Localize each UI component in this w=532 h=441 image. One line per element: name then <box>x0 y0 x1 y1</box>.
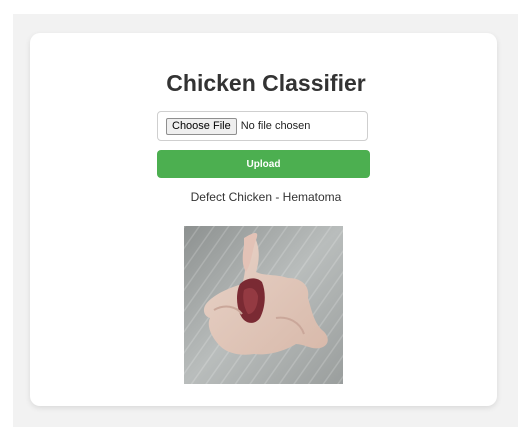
file-input[interactable]: Choose File No file chosen <box>157 111 368 141</box>
classification-result: Defect Chicken - Hematoma <box>190 190 342 204</box>
chicken-photo <box>184 226 343 384</box>
upload-button[interactable]: Upload <box>157 150 370 178</box>
page-title: Chicken Classifier <box>166 70 366 96</box>
choose-file-button[interactable]: Choose File <box>166 117 237 135</box>
file-status-text: No file chosen <box>240 120 311 132</box>
